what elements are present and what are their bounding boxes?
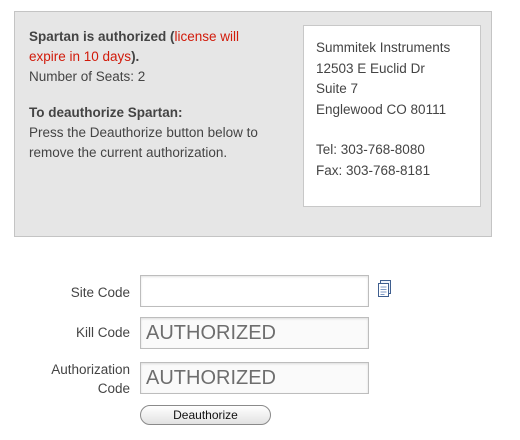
copy-document-icon[interactable] bbox=[377, 280, 393, 298]
authorized-text: Spartan is authorized ( bbox=[29, 29, 175, 44]
status-block: Spartan is authorized (license will expi… bbox=[29, 27, 279, 163]
company-name: Summitek Instruments bbox=[316, 40, 451, 55]
info-panel: Spartan is authorized (license will expi… bbox=[14, 11, 492, 237]
address-street: 12503 E Euclid Dr bbox=[316, 60, 425, 76]
authorization-code-label: Authorization Code bbox=[51, 362, 130, 396]
kill-code-field[interactable] bbox=[140, 317, 369, 349]
contact-box: Summitek Instruments 12503 E Euclid Dr S… bbox=[303, 25, 481, 207]
phone-number: Tel: 303-768-8080 bbox=[316, 142, 425, 157]
seats-count: Number of Seats: 2 bbox=[29, 69, 146, 84]
fax-number: Fax: 303-768-8181 bbox=[316, 162, 431, 178]
status-closing: ). bbox=[131, 49, 140, 64]
deauthorize-button[interactable]: Deauthorize bbox=[140, 405, 271, 425]
address-city: Englewood CO 80111 bbox=[316, 101, 447, 117]
deauthorize-instructions: Press the Deauthorize button below to re… bbox=[29, 125, 258, 160]
site-code-input[interactable] bbox=[140, 275, 369, 307]
deauthorize-heading: To deauthorize Spartan: bbox=[29, 105, 183, 120]
address-suite: Suite 7 bbox=[316, 81, 359, 96]
authorization-status: Spartan is authorized (license will expi… bbox=[29, 27, 279, 67]
site-code-label: Site Code bbox=[70, 285, 130, 300]
kill-code-label: Kill Code bbox=[75, 325, 130, 340]
authorization-code-field[interactable] bbox=[140, 362, 369, 394]
